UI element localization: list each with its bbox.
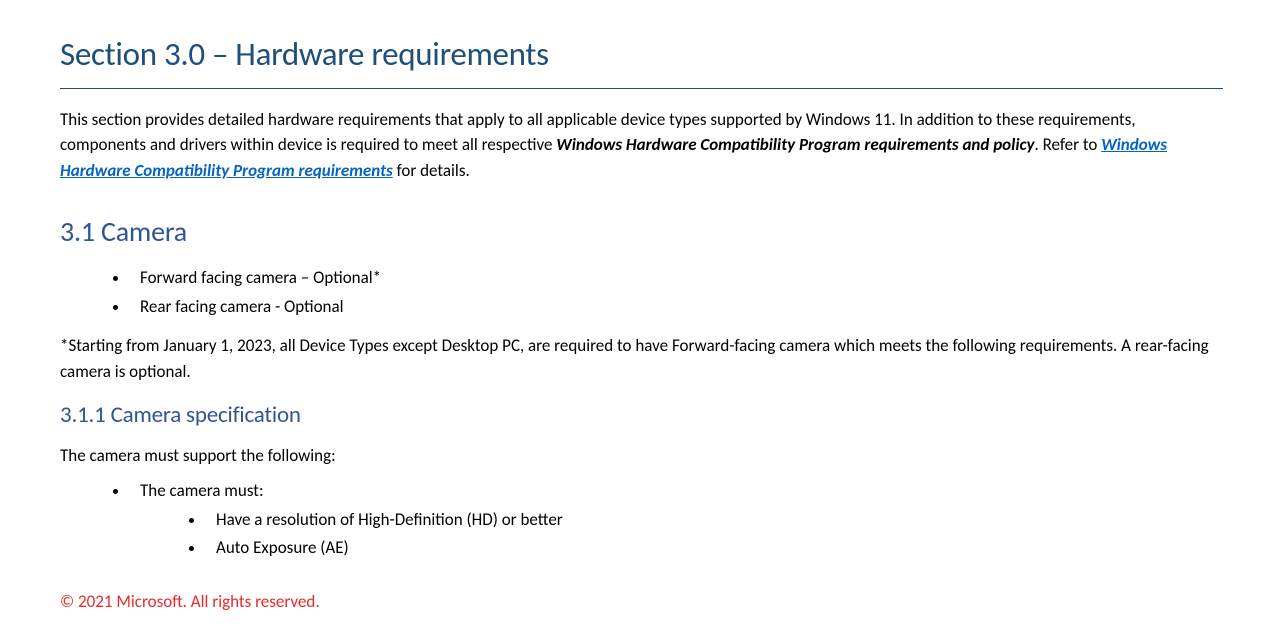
copyright-footer: © 2021 Microsoft. All rights reserved.: [60, 589, 1223, 615]
list-item: The camera must: Have a resolution of Hi…: [130, 478, 1223, 561]
camera-spec-list: The camera must: Have a resolution of Hi…: [60, 478, 1223, 561]
camera-spec-sublist: Have a resolution of High-Definition (HD…: [140, 507, 1223, 561]
camera-note: *Starting from January 1, 2023, all Devi…: [60, 333, 1223, 384]
subsection-3-1-title: 3.1 Camera: [60, 211, 1223, 253]
intro-text-2: . Refer to: [1034, 134, 1101, 155]
section-intro: This section provides detailed hardware …: [60, 107, 1223, 184]
list-item-text: The camera must:: [140, 480, 264, 501]
list-item: Auto Exposure (AE): [206, 535, 1223, 561]
camera-spec-lead: The camera must support the following:: [60, 443, 1223, 469]
intro-bold-italic: Windows Hardware Compatibility Program r…: [556, 134, 1034, 155]
subsection-3-1-1-title: 3.1.1 Camera specification: [60, 398, 1223, 433]
section-title: Section 3.0 – Hardware requirements: [60, 30, 1223, 89]
list-item: Forward facing camera – Optional*: [130, 265, 1223, 291]
intro-text-3: for details.: [393, 160, 470, 181]
list-item: Have a resolution of High-Definition (HD…: [206, 507, 1223, 533]
list-item: Rear facing camera - Optional: [130, 294, 1223, 320]
camera-list: Forward facing camera – Optional* Rear f…: [60, 265, 1223, 319]
